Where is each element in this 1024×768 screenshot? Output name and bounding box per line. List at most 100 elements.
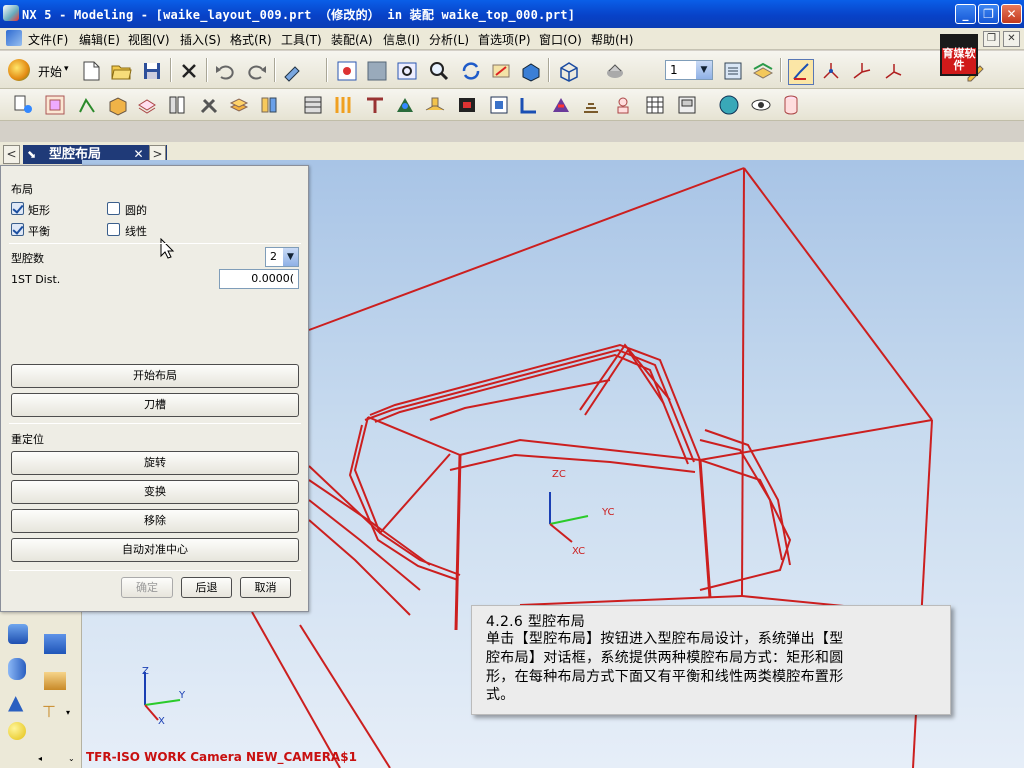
- revolve-icon[interactable]: [166, 94, 188, 116]
- chevron-down-icon[interactable]: ▼: [696, 61, 712, 79]
- restore-button[interactable]: ❐: [978, 4, 999, 24]
- redo-icon[interactable]: [246, 60, 268, 82]
- block-icon[interactable]: [106, 94, 128, 116]
- part-navigator-tab-icon[interactable]: [44, 634, 66, 654]
- pocket-icon[interactable]: [550, 94, 572, 116]
- start-dropdown-icon[interactable]: ▾: [64, 64, 69, 74]
- menu-preferences[interactable]: 首选项(P): [478, 31, 531, 48]
- layers-icon[interactable]: [228, 94, 250, 116]
- start-layout-button[interactable]: 开始布局: [11, 364, 299, 388]
- menu-help[interactable]: 帮助(H): [591, 31, 633, 48]
- menu-edit[interactable]: 编辑(E): [79, 31, 120, 48]
- menu-analysis[interactable]: 分析(L): [429, 31, 469, 48]
- insert-pocket-button[interactable]: 刀槽: [11, 393, 299, 417]
- wireframe-icon[interactable]: [558, 60, 580, 82]
- open-folder-icon[interactable]: [110, 60, 132, 82]
- undo-icon[interactable]: [214, 60, 236, 82]
- delete-icon[interactable]: [178, 60, 200, 82]
- layer-select[interactable]: 1 ▼: [665, 60, 713, 80]
- minimize-button[interactable]: _: [955, 4, 976, 24]
- zoom-region-icon[interactable]: [366, 60, 388, 82]
- transform-button[interactable]: 变换: [11, 480, 299, 504]
- nx-app-icon[interactable]: [3, 5, 19, 21]
- wcs-dynamics-icon[interactable]: [788, 59, 814, 85]
- rotate-view-icon[interactable]: [460, 60, 482, 82]
- eye-visibility-icon[interactable]: [750, 94, 772, 116]
- balanced-checkbox[interactable]: [11, 223, 24, 236]
- bill-of-materials-icon[interactable]: [580, 94, 602, 116]
- cylinder-icon[interactable]: [780, 94, 802, 116]
- globe-icon[interactable]: [718, 94, 740, 116]
- pin-icon[interactable]: ⬊: [27, 148, 41, 162]
- back-button[interactable]: 后退: [181, 577, 232, 598]
- menu-assembly[interactable]: 装配(A): [331, 31, 373, 48]
- view-manager-icon[interactable]: [676, 94, 698, 116]
- hole-table-icon[interactable]: [644, 94, 666, 116]
- menu-file[interactable]: 文件(F): [28, 31, 68, 48]
- fit-view-icon[interactable]: [336, 60, 358, 82]
- history-icon[interactable]: ⊤: [42, 702, 56, 721]
- scroll-left-icon[interactable]: ◂: [38, 754, 42, 763]
- new-file-icon[interactable]: [80, 60, 102, 82]
- layer-settings-icon[interactable]: [722, 60, 744, 82]
- standard-part-icon[interactable]: [332, 94, 354, 116]
- first-dist-input[interactable]: 0.0000(: [219, 269, 299, 289]
- mdi-restore-button[interactable]: ❐: [983, 31, 1000, 47]
- menu-insert[interactable]: 插入(S): [180, 31, 221, 48]
- trim-icon[interactable]: [518, 94, 540, 116]
- shaded-view-icon[interactable]: [520, 60, 542, 82]
- sphere-icon[interactable]: [8, 722, 26, 740]
- datum-icon[interactable]: [76, 94, 98, 116]
- wcs-rotate-icon[interactable]: [850, 60, 872, 82]
- background-icon[interactable]: [604, 60, 626, 82]
- ok-button[interactable]: 确定: [121, 577, 173, 598]
- menu-info[interactable]: 信息(I): [383, 31, 420, 48]
- rectangular-checkbox[interactable]: [11, 202, 24, 215]
- mold-tool-icon[interactable]: [258, 94, 280, 116]
- layer-move-icon[interactable]: [752, 60, 774, 82]
- scroll-down-icon[interactable]: ⌄: [68, 754, 75, 763]
- zoom-window-icon[interactable]: [396, 60, 418, 82]
- auto-center-button[interactable]: 自动对准中心: [11, 538, 299, 562]
- select-icon[interactable]: [282, 60, 304, 82]
- linear-checkbox[interactable]: [107, 223, 120, 236]
- cylinder-tab-icon[interactable]: [8, 658, 26, 680]
- menu-tools[interactable]: 工具(T): [281, 31, 322, 48]
- remove-button[interactable]: 移除: [11, 509, 299, 533]
- gate-icon[interactable]: [394, 94, 416, 116]
- cooling-icon[interactable]: [456, 94, 478, 116]
- mdi-close-button[interactable]: ✕: [1003, 31, 1020, 47]
- extrude-icon[interactable]: [136, 94, 158, 116]
- electrode-icon[interactable]: [488, 94, 510, 116]
- cavity-count-select[interactable]: 2 ▼: [265, 247, 299, 267]
- pan-icon[interactable]: [490, 60, 512, 82]
- menu-view[interactable]: 视图(V): [128, 31, 170, 48]
- standard-toolbar: 开始 ▾ 1 ▼ 育媒软件: [0, 34, 1024, 89]
- menu-format[interactable]: 格式(R): [230, 31, 272, 48]
- runner-icon[interactable]: [424, 94, 446, 116]
- document-icon[interactable]: [6, 30, 22, 46]
- assembly-navigator-icon[interactable]: [8, 624, 28, 644]
- cone-icon[interactable]: ▲: [8, 690, 23, 714]
- circular-checkbox[interactable]: [107, 202, 120, 215]
- chevron-down-icon[interactable]: ▼: [283, 248, 298, 266]
- save-icon[interactable]: [141, 60, 163, 82]
- start-icon[interactable]: [8, 59, 30, 81]
- start-menu[interactable]: 开始: [38, 63, 62, 80]
- drawing-icon[interactable]: [612, 94, 634, 116]
- close-button[interactable]: ✕: [1001, 4, 1022, 24]
- cancel-button[interactable]: 取消: [240, 577, 291, 598]
- part-navigator-icon[interactable]: [44, 94, 66, 116]
- menu-window[interactable]: 窗口(O): [539, 31, 582, 48]
- rotate-button[interactable]: 旋转: [11, 451, 299, 475]
- ejector-icon[interactable]: [364, 94, 386, 116]
- wcs-orient-icon[interactable]: [882, 60, 904, 82]
- mold-base-icon[interactable]: [302, 94, 324, 116]
- tool-wrench-icon[interactable]: [198, 94, 220, 116]
- wcs-origin-icon[interactable]: [820, 60, 842, 82]
- dropdown-icon[interactable]: ▾: [66, 708, 70, 717]
- assembly-loader-icon[interactable]: [12, 94, 34, 116]
- roles-icon[interactable]: [44, 672, 66, 690]
- tab-prev-button[interactable]: <: [3, 145, 20, 164]
- zoom-icon[interactable]: [428, 60, 450, 82]
